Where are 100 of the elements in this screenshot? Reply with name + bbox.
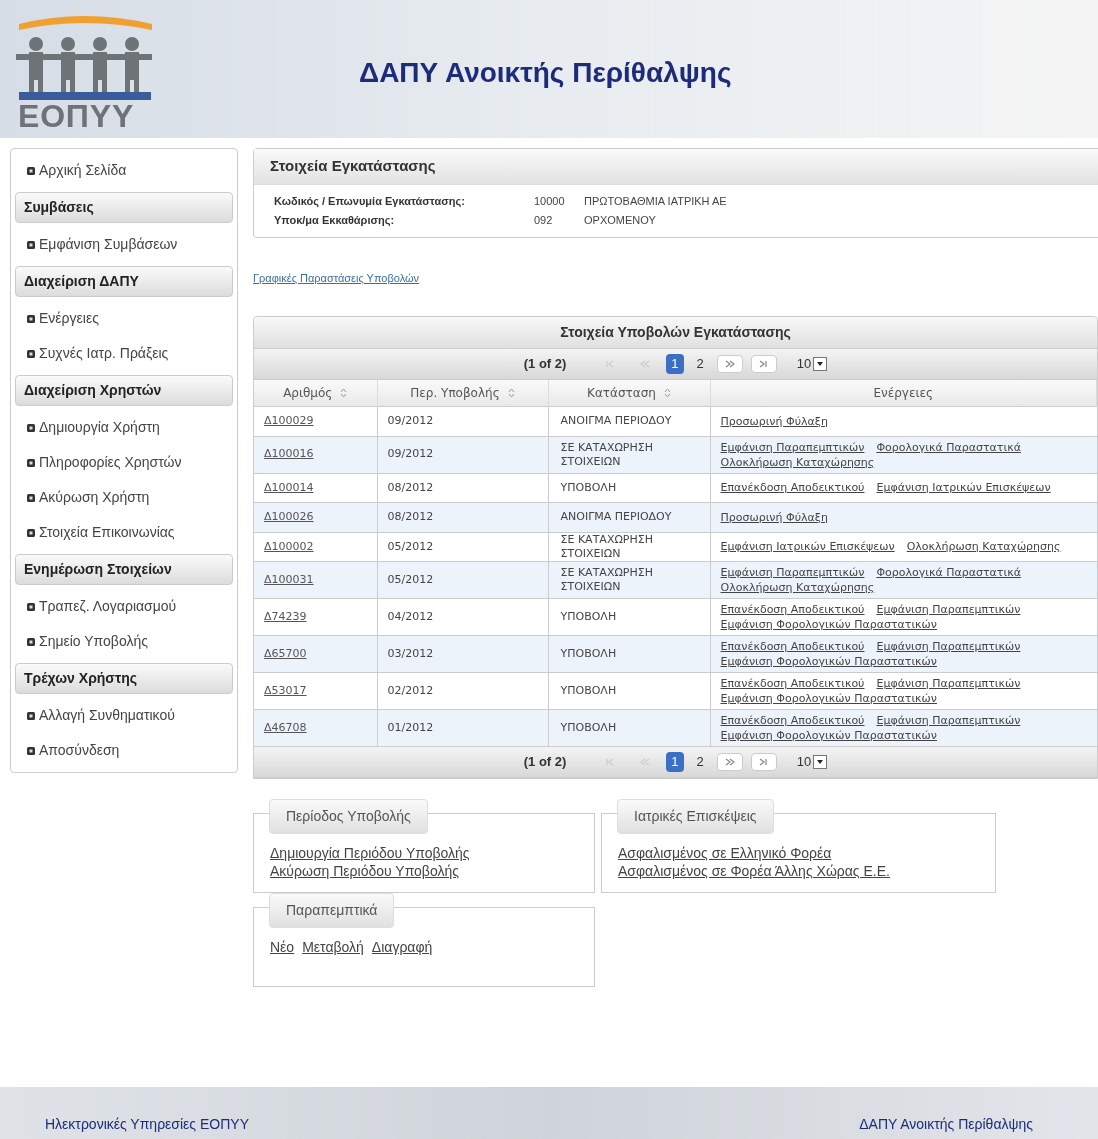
sidebar-item[interactable]: Ακύρωση Χρήστη xyxy=(11,480,237,515)
bullet-icon xyxy=(27,711,35,720)
sidebar-item[interactable]: Ενέργειες xyxy=(11,301,237,336)
field-code: 10000 xyxy=(534,193,566,209)
sidebar-heading: Τρέχων Χρήστης xyxy=(15,663,233,694)
table-title: Στοιχεία Υποβολών Εγκατάστασης xyxy=(254,317,1097,348)
sort-icon xyxy=(340,388,348,398)
sidebar-heading: Συμβάσεις xyxy=(15,192,233,223)
sidebar-item[interactable]: Τραπεζ. Λογαριασμού xyxy=(11,589,237,624)
submission-number-link[interactable]: Δ100014 xyxy=(264,480,314,494)
submission-number-link[interactable]: Δ65700 xyxy=(264,646,307,660)
action-link[interactable]: Εμφάνιση Φορολογικών Παραστατικών xyxy=(720,691,937,706)
action-link[interactable]: Εμφάνιση Ιατρικών Επισκέψεων xyxy=(876,480,1051,496)
action-link[interactable]: Ολοκλήρωση Καταχώρησης xyxy=(720,580,875,595)
action-link[interactable]: Εμφάνιση Φορολογικών Παραστατικών xyxy=(720,728,937,743)
bullet-icon xyxy=(27,602,35,611)
page-info: (1 of 2) xyxy=(523,753,567,772)
bullet-icon xyxy=(27,349,35,358)
action-link[interactable]: Εμφάνιση Φορολογικών Παραστατικών xyxy=(720,617,937,632)
bullet-icon xyxy=(27,314,35,323)
sidebar-heading: Διαχείριση Χρηστών xyxy=(15,375,233,406)
submission-number-link[interactable]: Δ74239 xyxy=(264,609,307,623)
sidebar-item[interactable]: Εμφάνιση Συμβάσεων xyxy=(11,227,237,262)
sort-icon xyxy=(663,388,671,398)
sidebar-item[interactable]: Αποσύνδεση xyxy=(11,733,237,768)
panel-link[interactable]: Μεταβολή xyxy=(302,938,364,956)
dropdown-caret-icon xyxy=(813,357,828,371)
sidebar-heading: Διαχείριση ΔΑΠΥ xyxy=(15,266,233,297)
sidebar-item[interactable]: Πληροφορίες Χρηστών xyxy=(11,445,237,480)
action-link[interactable]: Εμφάνιση Παραπεμπτικών xyxy=(876,713,1021,728)
sidebar-item[interactable]: Αλλαγή Συνθηματικού xyxy=(11,698,237,733)
submission-number-link[interactable]: Δ100031 xyxy=(264,572,314,586)
action-link[interactable]: Επανέκδοση Αποδεικτικού xyxy=(720,480,865,496)
charts-link[interactable]: Γραφικές Παραστάσεις Υποβολών xyxy=(253,269,420,286)
action-link[interactable]: Εμφάνιση Ιατρικών Επισκέψεων xyxy=(720,539,895,555)
last-page-icon[interactable] xyxy=(750,355,777,373)
bullet-icon xyxy=(27,458,35,467)
bullet-icon xyxy=(27,240,35,249)
panel-link[interactable]: Δημιουργία Περιόδου Υποβολής xyxy=(270,844,470,862)
page-button[interactable]: 2 xyxy=(691,354,709,374)
sidebar-item[interactable]: Συχνές Ιατρ. Πράξεις xyxy=(11,336,237,371)
page-button[interactable]: 1 xyxy=(666,354,684,374)
action-link[interactable]: Φορολογικά Παραστατικά xyxy=(876,439,1021,455)
last-page-icon[interactable] xyxy=(750,753,777,771)
footer-text: Ηλεκτρονικές Υπηρεσίες ΕΟΠΥΥ xyxy=(45,1115,249,1134)
bullet-icon xyxy=(27,528,35,537)
field-value: ΠΡΩΤΟΒΑΘΜΙΑ ΙΑΤΡΙΚΗ ΑΕ xyxy=(584,193,728,209)
sidebar-item[interactable]: Αρχική Σελίδα xyxy=(11,153,237,188)
action-link[interactable]: Επανέκδοση Αποδεικτικού xyxy=(720,676,865,691)
action-link[interactable]: Εμφάνιση Παραπεμπτικών xyxy=(876,602,1021,617)
submission-number-link[interactable]: Δ100026 xyxy=(264,510,314,523)
action-link[interactable]: Εμφάνιση Παραπεμπτικών xyxy=(876,676,1021,691)
action-link[interactable]: Ολοκλήρωση Καταχώρησης xyxy=(906,539,1061,555)
bullet-icon xyxy=(27,423,35,432)
bullet-icon xyxy=(27,166,35,175)
panel-title: Στοιχεία Εγκατάστασης xyxy=(254,149,1098,185)
panel-legend: Περίοδος Υποβολής xyxy=(269,799,428,834)
sidebar-item[interactable]: Στοιχεία Επικοινωνίας xyxy=(11,515,237,550)
panel-link[interactable]: Νέο xyxy=(270,938,295,956)
submission-number-link[interactable]: Δ100016 xyxy=(264,447,314,461)
action-link[interactable]: Επανέκδοση Αποδεικτικού xyxy=(720,639,865,654)
sidebar-item[interactable]: Δημιουργία Χρήστη xyxy=(11,410,237,445)
dropdown-caret-icon xyxy=(813,755,828,769)
panel-link[interactable]: Διαγραφή xyxy=(371,938,433,956)
next-page-icon[interactable] xyxy=(716,753,743,771)
action-link[interactable]: Εμφάνιση Φορολογικών Παραστατικών xyxy=(720,654,937,669)
action-link[interactable]: Επανέκδοση Αποδεικτικού xyxy=(720,602,865,617)
bullet-icon xyxy=(27,746,35,755)
submission-number-link[interactable]: Δ100029 xyxy=(264,414,314,427)
sidebar-heading: Ενημέρωση Στοιχείων xyxy=(15,554,233,585)
action-link[interactable]: Προσωρινή Φύλαξη xyxy=(720,509,828,525)
submission-number-link[interactable]: Δ46708 xyxy=(264,720,307,734)
action-link[interactable]: Εμφάνιση Παραπεμπτικών xyxy=(876,639,1021,654)
rows-per-page-value: 10 xyxy=(796,753,812,772)
action-link[interactable]: Εμφάνιση Παραπεμπτικών xyxy=(720,565,865,580)
action-link[interactable]: Εμφάνιση Παραπεμπτικών xyxy=(720,439,865,455)
page-button[interactable]: 2 xyxy=(691,752,709,772)
action-link[interactable]: Φορολογικά Παραστατικά xyxy=(876,565,1021,580)
panel-link[interactable]: Ασφαλισμένος σε Φορέα Άλλης Χώρας Ε.Ε. xyxy=(618,862,890,880)
panel-legend: Παραπεμπτικά xyxy=(269,893,395,928)
panel-link[interactable]: Ακύρωση Περιόδου Υποβολής xyxy=(270,862,459,880)
logo-text: ΕΟΠΥΥ xyxy=(17,100,136,132)
next-page-icon[interactable] xyxy=(716,355,743,373)
rows-per-page-select[interactable]: 10 xyxy=(796,354,828,374)
field-label: Υποκ/μα Εκκαθάρισης: xyxy=(274,213,396,228)
submission-number-link[interactable]: Δ100002 xyxy=(264,539,314,553)
footer-text: ΔΑΠΥ Ανοικτής Περίθαλψης xyxy=(859,1115,1033,1134)
rows-per-page-select[interactable]: 10 xyxy=(796,752,828,772)
page-button[interactable]: 1 xyxy=(666,752,684,772)
sidebar-item[interactable]: Σημείο Υποβολής xyxy=(11,624,237,659)
sort-icon xyxy=(507,388,515,398)
action-link[interactable]: Προσωρινή Φύλαξη xyxy=(720,413,828,429)
site-title: ΔΑΠΥ Ανοικτής Περίθαλψης xyxy=(359,56,732,90)
panel-link[interactable]: Ασφαλισμένος σε Ελληνικό Φορέα xyxy=(618,844,832,862)
field-value: ΟΡΧΟΜΕΝΟΥ xyxy=(584,213,657,228)
action-link[interactable]: Επανέκδοση Αποδεικτικού xyxy=(720,713,865,728)
submission-number-link[interactable]: Δ53017 xyxy=(264,683,307,697)
action-link[interactable]: Ολοκλήρωση Καταχώρησης xyxy=(720,454,875,470)
rows-per-page-value: 10 xyxy=(796,355,812,374)
field-label: Κωδικός / Επωνυμία Εγκατάστασης: xyxy=(274,193,466,209)
